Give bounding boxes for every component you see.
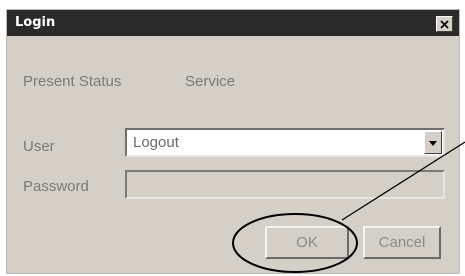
title-bar: Login [7, 10, 459, 36]
present-status-label: Present Status [23, 73, 122, 90]
chevron-down-icon[interactable] [424, 131, 442, 154]
user-select[interactable]: Logout [125, 128, 445, 157]
password-field[interactable] [125, 170, 445, 199]
password-label: Password [23, 178, 89, 195]
close-icon [440, 19, 449, 29]
close-button[interactable] [436, 16, 453, 32]
cancel-button[interactable]: Cancel [363, 226, 441, 259]
dialog-title: Login [15, 15, 56, 30]
login-dialog: Login Present Status Service User Logout… [6, 9, 460, 274]
ok-button[interactable]: OK [265, 226, 349, 259]
user-label: User [23, 138, 55, 155]
user-select-value: Logout [133, 134, 179, 151]
present-status-value: Service [185, 73, 236, 90]
